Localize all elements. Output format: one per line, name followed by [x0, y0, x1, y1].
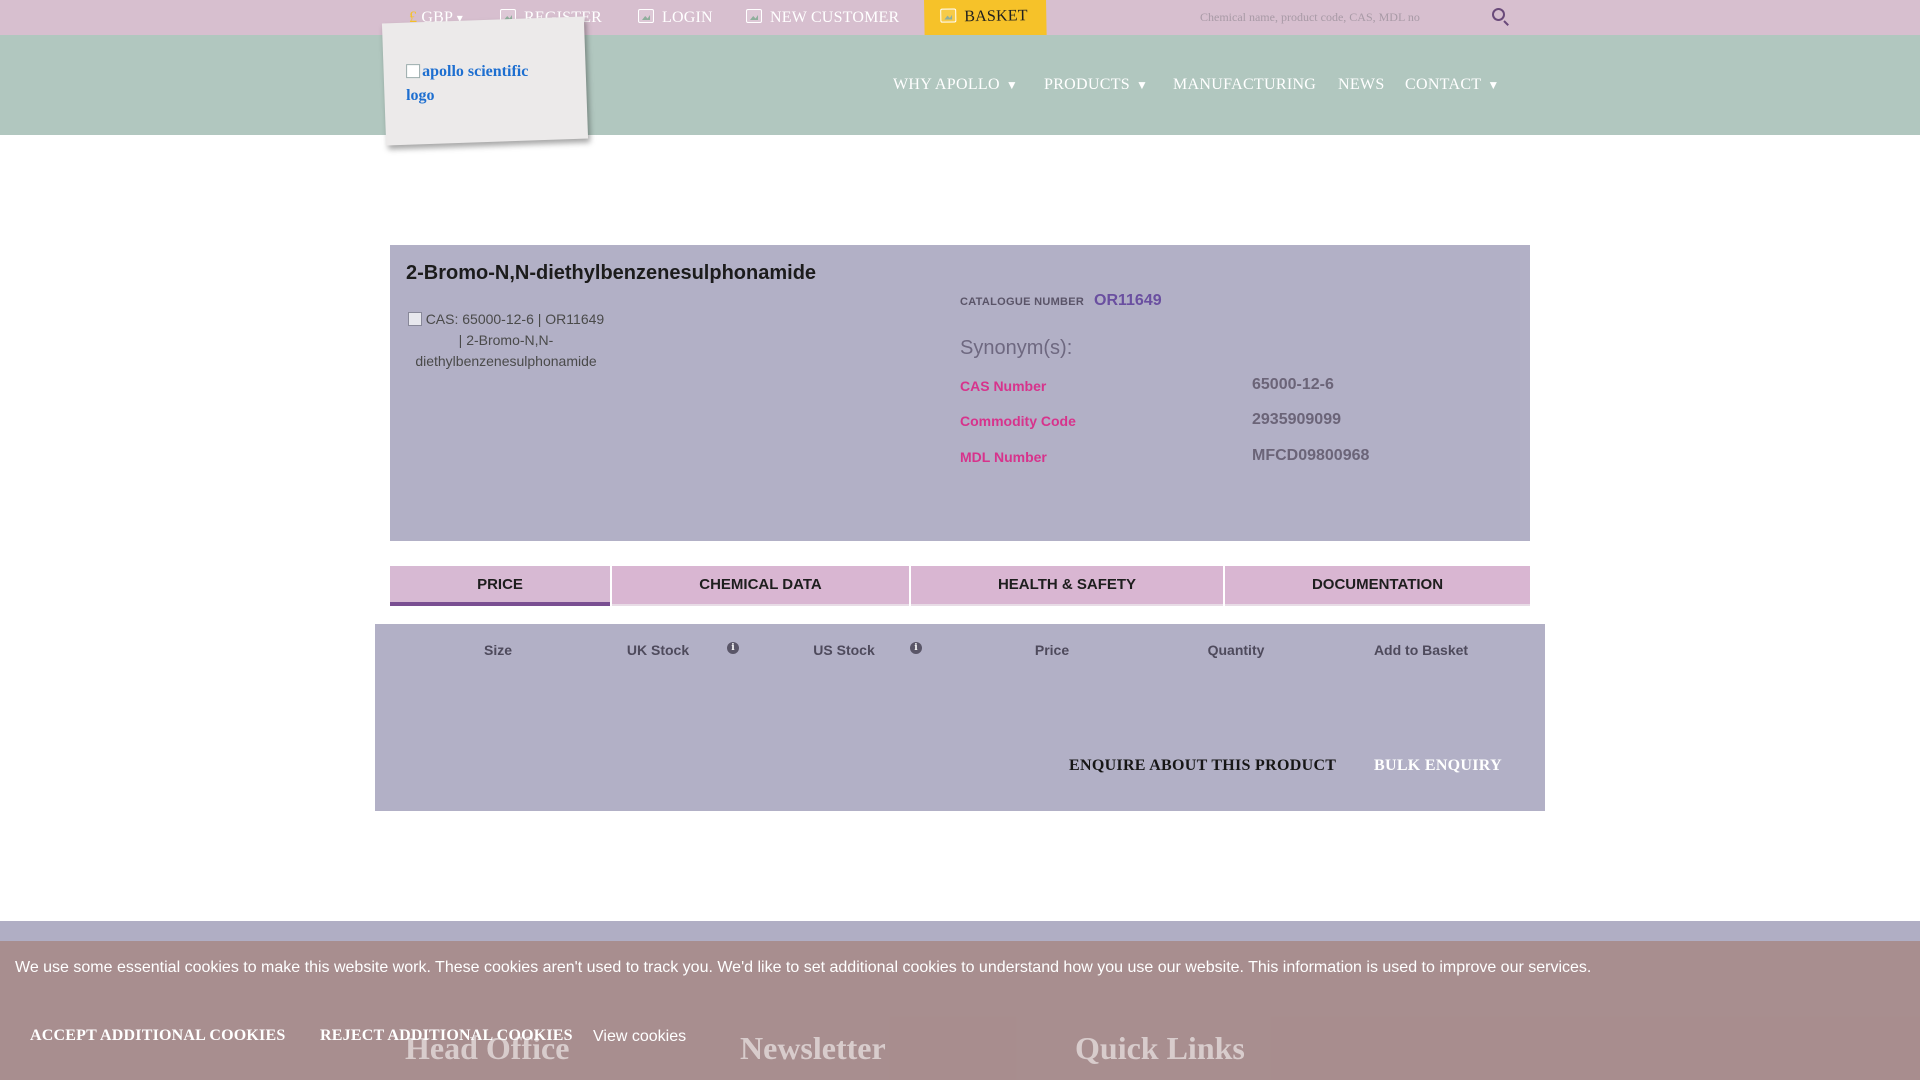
caret-down-icon: ▼ — [1135, 78, 1149, 92]
nav-contact[interactable]: CONTACT ▼ — [1405, 35, 1500, 135]
commodity-code-value: 2935909099 — [1252, 411, 1341, 428]
synonyms-label: Synonym(s): — [960, 337, 1073, 359]
login-label: LOGIN — [662, 9, 713, 26]
footer-heading-quick-links: Quick Links — [1075, 1030, 1245, 1066]
tab-price[interactable]: PRICE — [390, 566, 610, 606]
tab-health-safety[interactable]: HEALTH & SAFETY — [911, 566, 1223, 606]
cookie-message: We use some essential cookies to make th… — [15, 959, 1592, 976]
mdl-number-label: MDL Number — [960, 449, 1047, 465]
nav-label: MANUFACTURING — [1173, 76, 1317, 93]
logo-alt-text: apollo scientific logo — [406, 63, 529, 105]
search-icon[interactable] — [1492, 8, 1505, 21]
nav-label: PRODUCTS — [1044, 76, 1130, 93]
tab-documentation[interactable]: DOCUMENTATION — [1225, 566, 1530, 606]
nav-products[interactable]: PRODUCTS ▼ — [1044, 35, 1148, 135]
cas-number-label: CAS Number — [960, 378, 1047, 394]
broken-image-icon — [406, 64, 421, 79]
new-customer-label: NEW CUSTOMER — [770, 9, 900, 26]
logo[interactable]: apollo scientific logo — [406, 60, 556, 108]
search-input[interactable] — [1188, 5, 1468, 29]
catalogue-label: CATALOGUE NUMBER — [960, 296, 1085, 308]
top-utility-bar: £ GBP ▾ REGISTER LOGIN NEW CUSTOMER BASK… — [0, 0, 1920, 41]
caret-down-icon: ▼ — [1487, 78, 1500, 92]
login-link[interactable]: LOGIN — [638, 0, 713, 35]
broken-image-icon — [407, 312, 422, 326]
new-customer-link[interactable]: NEW CUSTOMER — [746, 0, 899, 35]
price-table: Size UK Stock i US Stock i Price Quantit… — [375, 624, 1545, 811]
catalogue-number: OR11649 — [1094, 292, 1162, 309]
product-image-alt: CAS: 65000-12-6 | OR11649 | 2-Bromo-N,N-… — [415, 311, 605, 369]
mdl-number-value: MFCD09800968 — [1252, 447, 1370, 464]
column-header-add-to-basket: Add to Basket — [1373, 642, 1469, 658]
cookie-banner: We use some essential cookies to make th… — [0, 941, 1920, 1080]
column-header-quantity: Quantity — [1207, 642, 1265, 658]
nav-manufacturing[interactable]: MANUFACTURING — [1173, 35, 1316, 135]
nav-news[interactable]: NEWS — [1338, 35, 1385, 135]
logo-card[interactable]: apollo scientific logo — [381, 16, 589, 146]
info-icon[interactable]: i — [727, 642, 739, 654]
commodity-code-label: Commodity Code — [960, 413, 1076, 429]
nav-label: NEWS — [1338, 76, 1385, 93]
view-cookies-link[interactable]: View cookies — [593, 1028, 686, 1046]
column-header-uk-stock: UK Stock — [626, 642, 690, 658]
column-header-price: Price — [1034, 642, 1070, 658]
info-icon[interactable]: i — [910, 642, 922, 654]
login-icon — [638, 9, 654, 23]
column-header-size: Size — [483, 642, 512, 658]
caret-down-icon: ▼ — [1005, 78, 1019, 92]
search-bar — [1188, 5, 1508, 29]
nav-label: CONTACT — [1405, 76, 1482, 93]
column-header-us-stock: US Stock — [813, 642, 875, 658]
nav-label: WHY APOLLO — [893, 76, 1000, 93]
cas-number-value: 65000-12-6 — [1252, 376, 1334, 393]
product-summary: 2-Bromo-N,N-diethylbenzenesulphonamide C… — [390, 245, 1530, 541]
footer-heading-head-office: Head Office — [405, 1030, 570, 1066]
product-title: 2-Bromo-N,N-diethylbenzenesulphonamide — [406, 262, 817, 284]
footer-heading-newsletter: Newsletter — [740, 1030, 886, 1066]
product-image: CAS: 65000-12-6 | OR11649 | 2-Bromo-N,N-… — [406, 309, 606, 372]
basket-label: BASKET — [964, 7, 1028, 26]
enquire-product-link[interactable]: ENQUIRE ABOUT THIS PRODUCT — [1069, 757, 1336, 775]
accept-cookies-button[interactable]: ACCEPT ADDITIONAL COOKIES — [30, 1027, 285, 1045]
new-customer-icon — [746, 9, 762, 23]
basket-icon — [940, 8, 957, 23]
bulk-enquiry-link[interactable]: BULK ENQUIRY — [1374, 757, 1502, 775]
nav-why-apollo[interactable]: WHY APOLLO ▼ — [893, 35, 1018, 135]
tab-chemical-data[interactable]: CHEMICAL DATA — [612, 566, 909, 606]
